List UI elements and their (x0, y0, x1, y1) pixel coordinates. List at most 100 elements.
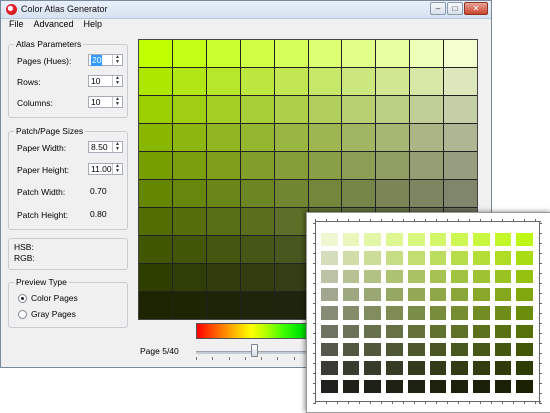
color-patch[interactable] (410, 68, 444, 95)
color-patch[interactable] (172, 180, 206, 207)
color-patch[interactable] (444, 124, 477, 151)
color-patch[interactable] (308, 68, 342, 95)
color-patch[interactable] (342, 124, 376, 151)
minimize-button[interactable]: – (430, 2, 446, 15)
columns-spinbox[interactable]: 10 ▲ ▼ (88, 96, 123, 108)
color-patch[interactable] (342, 68, 376, 95)
color-patch[interactable] (410, 124, 444, 151)
color-patch[interactable] (274, 292, 308, 319)
color-patch[interactable] (274, 180, 308, 207)
color-patch[interactable] (139, 68, 172, 95)
color-patch[interactable] (172, 208, 206, 235)
color-patch[interactable] (206, 236, 240, 263)
color-patch[interactable] (274, 68, 308, 95)
color-patch[interactable] (376, 124, 410, 151)
color-patch[interactable] (342, 180, 376, 207)
color-patch[interactable] (206, 264, 240, 291)
color-patch[interactable] (274, 264, 308, 291)
color-patch[interactable] (139, 152, 172, 179)
color-patch[interactable] (139, 236, 172, 263)
spin-down-icon[interactable]: ▼ (113, 81, 122, 86)
color-patch[interactable] (172, 264, 206, 291)
spin-down-icon[interactable]: ▼ (113, 60, 122, 65)
color-patch[interactable] (376, 152, 410, 179)
color-patch[interactable] (240, 68, 274, 95)
color-patch[interactable] (376, 40, 410, 67)
color-patch[interactable] (172, 40, 206, 67)
color-patch[interactable] (274, 208, 308, 235)
color-patch[interactable] (240, 152, 274, 179)
paper-height-spinbox[interactable]: 11.00 ▲ ▼ (88, 163, 123, 175)
color-patch[interactable] (342, 96, 376, 123)
color-patch[interactable] (410, 152, 444, 179)
menu-help[interactable]: Help (84, 18, 103, 31)
menu-file[interactable]: File (9, 18, 24, 31)
color-patch[interactable] (206, 124, 240, 151)
color-patch[interactable] (410, 40, 444, 67)
gray-pages-radio[interactable]: Gray Pages (18, 309, 76, 319)
color-patch[interactable] (240, 264, 274, 291)
spin-down-icon[interactable]: ▼ (113, 147, 122, 152)
color-patch[interactable] (206, 152, 240, 179)
color-patch[interactable] (444, 180, 477, 207)
color-patch[interactable] (410, 96, 444, 123)
hue-spectrum-bar[interactable] (196, 323, 318, 339)
color-patch[interactable] (240, 292, 274, 319)
color-patch[interactable] (139, 264, 172, 291)
color-patch[interactable] (308, 152, 342, 179)
color-patch[interactable] (376, 180, 410, 207)
color-patch[interactable] (444, 96, 477, 123)
color-patch[interactable] (240, 40, 274, 67)
title-bar[interactable]: Color Atlas Generator – □ ✕ (1, 1, 491, 19)
color-patch[interactable] (444, 68, 477, 95)
radio-unselected-icon[interactable] (18, 309, 27, 319)
color-patch[interactable] (240, 180, 274, 207)
color-patch[interactable] (206, 96, 240, 123)
paper-width-spinbox[interactable]: 8.50 ▲ ▼ (88, 141, 123, 153)
spin-down-icon[interactable]: ▼ (113, 169, 122, 174)
color-patch[interactable] (444, 152, 477, 179)
color-patch[interactable] (342, 152, 376, 179)
color-patch[interactable] (206, 292, 240, 319)
radio-selected-icon[interactable] (18, 293, 27, 303)
close-button[interactable]: ✕ (464, 2, 488, 15)
color-patch[interactable] (139, 180, 172, 207)
color-patch[interactable] (139, 292, 172, 319)
color-patch[interactable] (376, 68, 410, 95)
color-patch[interactable] (172, 292, 206, 319)
color-patch[interactable] (274, 236, 308, 263)
color-patch[interactable] (206, 180, 240, 207)
maximize-button[interactable]: □ (447, 2, 463, 15)
color-patch[interactable] (376, 96, 410, 123)
color-patch[interactable] (274, 40, 308, 67)
color-patch[interactable] (274, 124, 308, 151)
page-slider-thumb[interactable] (251, 344, 258, 357)
color-patch[interactable] (172, 236, 206, 263)
pages-spinbox[interactable]: 20 ▲ ▼ (88, 54, 123, 66)
color-patch[interactable] (342, 40, 376, 67)
color-patch[interactable] (172, 152, 206, 179)
color-patch[interactable] (444, 40, 477, 67)
color-patch[interactable] (139, 124, 172, 151)
color-patch[interactable] (308, 40, 342, 67)
color-patch[interactable] (240, 124, 274, 151)
color-patch[interactable] (308, 96, 342, 123)
color-patch[interactable] (139, 96, 172, 123)
color-patch[interactable] (308, 180, 342, 207)
color-patch[interactable] (308, 124, 342, 151)
color-patch[interactable] (240, 208, 274, 235)
color-patch[interactable] (410, 180, 444, 207)
color-patch[interactable] (240, 236, 274, 263)
spin-down-icon[interactable]: ▼ (113, 102, 122, 107)
rows-spinbox[interactable]: 10 ▲ ▼ (88, 75, 123, 87)
color-patch[interactable] (206, 208, 240, 235)
color-patch[interactable] (274, 96, 308, 123)
color-patch[interactable] (139, 40, 172, 67)
color-pages-radio[interactable]: Color Pages (18, 293, 78, 303)
color-patch[interactable] (274, 152, 308, 179)
color-patch[interactable] (206, 68, 240, 95)
menu-advanced[interactable]: Advanced (34, 18, 74, 31)
color-patch[interactable] (240, 96, 274, 123)
color-patch[interactable] (172, 124, 206, 151)
color-patch[interactable] (139, 208, 172, 235)
